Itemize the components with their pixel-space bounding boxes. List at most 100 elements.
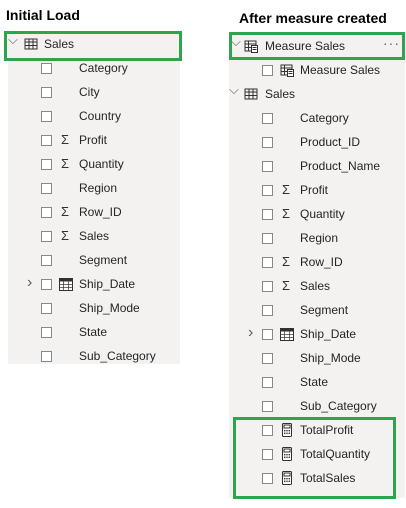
field-ship-mode[interactable]: Ship_Mode — [229, 346, 405, 370]
field-sub-category[interactable]: Sub_Category — [229, 394, 405, 418]
field-label: Row_ID — [79, 205, 122, 219]
field-label: Ship_Date — [79, 277, 136, 291]
field-segment[interactable]: Segment — [8, 248, 180, 272]
field-product-name[interactable]: Product_Name — [229, 154, 405, 178]
checkbox[interactable] — [41, 63, 52, 74]
field-category[interactable]: Category — [8, 56, 180, 80]
chevron-down-icon[interactable]: ⌵ — [231, 30, 241, 54]
field-ship-mode[interactable]: Ship_Mode — [8, 296, 180, 320]
checkbox[interactable] — [262, 233, 273, 244]
field-sales[interactable]: Σ Sales — [229, 274, 405, 298]
field-quantity[interactable]: Σ Quantity — [229, 202, 405, 226]
calculator-icon — [282, 423, 292, 437]
checkbox[interactable] — [262, 353, 273, 364]
checkbox[interactable] — [41, 231, 52, 242]
sigma-icon: Σ — [282, 278, 291, 293]
field-label: Region — [79, 181, 118, 195]
chevron-right-icon[interactable]: › — [27, 271, 32, 295]
field-quantity[interactable]: Σ Quantity — [8, 152, 180, 176]
checkbox[interactable] — [262, 257, 273, 268]
field-category[interactable]: Category — [229, 106, 405, 130]
checkbox[interactable] — [41, 279, 52, 290]
measure-table-child[interactable]: Measure Sales — [229, 58, 405, 82]
checkbox[interactable] — [262, 113, 273, 124]
field-label: Region — [300, 231, 339, 245]
field-row-id[interactable]: Σ Row_ID — [8, 200, 180, 224]
sigma-icon: Σ — [61, 228, 70, 243]
checkbox[interactable] — [262, 449, 273, 460]
initial-load-heading: Initial Load — [6, 7, 80, 23]
measure-label: TotalProfit — [300, 423, 354, 437]
field-label: Row_ID — [300, 255, 343, 269]
checkbox[interactable] — [262, 377, 273, 388]
checkbox[interactable] — [41, 327, 52, 338]
checkbox[interactable] — [262, 161, 273, 172]
measure-totalprofit[interactable]: TotalProfit — [229, 418, 405, 442]
field-profit[interactable]: Σ Profit — [8, 128, 180, 152]
field-label: Ship_Date — [300, 327, 357, 341]
table-header-sales[interactable]: ⌵ Sales — [8, 32, 180, 56]
measure-label: TotalQuantity — [300, 447, 371, 461]
checkbox[interactable] — [41, 183, 52, 194]
checkbox[interactable] — [262, 65, 273, 76]
field-profit[interactable]: Σ Profit — [229, 178, 405, 202]
chevron-down-icon[interactable]: ⌵ — [229, 78, 239, 102]
measure-totalquantity[interactable]: TotalQuantity — [229, 442, 405, 466]
table-label: Sales — [265, 87, 296, 101]
checkbox[interactable] — [262, 425, 273, 436]
checkbox[interactable] — [262, 137, 273, 148]
checkbox[interactable] — [41, 87, 52, 98]
checkbox[interactable] — [262, 401, 273, 412]
calendar-icon — [59, 278, 73, 291]
calculator-icon — [282, 447, 292, 461]
field-ship-date[interactable]: › Ship_Date — [8, 272, 180, 296]
field-segment[interactable]: Segment — [229, 298, 405, 322]
field-label: Product_ID — [300, 135, 361, 149]
checkbox[interactable] — [41, 303, 52, 314]
checkbox[interactable] — [41, 111, 52, 122]
sigma-icon: Σ — [282, 254, 291, 269]
field-sub-category[interactable]: Sub_Category — [8, 344, 180, 368]
checkbox[interactable] — [262, 329, 273, 340]
field-label: Product_Name — [300, 159, 381, 173]
checkbox[interactable] — [262, 209, 273, 220]
chevron-right-icon[interactable]: › — [248, 321, 253, 345]
chevron-down-icon[interactable]: ⌵ — [8, 28, 18, 52]
checkbox[interactable] — [262, 305, 273, 316]
checkbox[interactable] — [41, 135, 52, 146]
measure-totalsales[interactable]: TotalSales — [229, 466, 405, 490]
checkbox[interactable] — [262, 185, 273, 196]
field-label: Sales — [79, 229, 110, 243]
table-icon — [244, 88, 258, 100]
field-label: Sub_Category — [79, 349, 156, 363]
field-row-id[interactable]: Σ Row_ID — [229, 250, 405, 274]
field-ship-date[interactable]: › Ship_Date — [229, 322, 405, 346]
table-label: Sales — [44, 37, 75, 51]
field-label: State — [79, 325, 108, 339]
measure-table-label: Measure Sales — [265, 39, 346, 53]
field-label: Sales — [300, 279, 331, 293]
checkbox[interactable] — [262, 281, 273, 292]
measure-table-header[interactable]: ⌵ Measure Sales ··· — [229, 34, 405, 58]
field-country[interactable]: Country — [8, 104, 180, 128]
checkbox[interactable] — [262, 473, 273, 484]
field-label: Measure Sales — [300, 63, 381, 77]
field-sales[interactable]: Σ Sales — [8, 224, 180, 248]
field-state[interactable]: State — [229, 370, 405, 394]
checkbox[interactable] — [41, 159, 52, 170]
checkbox[interactable] — [41, 207, 52, 218]
more-options-icon[interactable]: ··· — [383, 31, 400, 55]
checkbox[interactable] — [41, 255, 52, 266]
field-product-id[interactable]: Product_ID — [229, 130, 405, 154]
table-header-sales[interactable]: ⌵ Sales — [229, 82, 405, 106]
field-label: Segment — [300, 303, 349, 317]
field-label: Segment — [79, 253, 128, 267]
checkbox[interactable] — [41, 351, 52, 362]
field-label: Profit — [79, 133, 108, 147]
field-state[interactable]: State — [8, 320, 180, 344]
field-city[interactable]: City — [8, 80, 180, 104]
table-icon — [24, 38, 38, 50]
field-region[interactable]: Region — [229, 226, 405, 250]
field-region[interactable]: Region — [8, 176, 180, 200]
field-label: Sub_Category — [300, 399, 377, 413]
